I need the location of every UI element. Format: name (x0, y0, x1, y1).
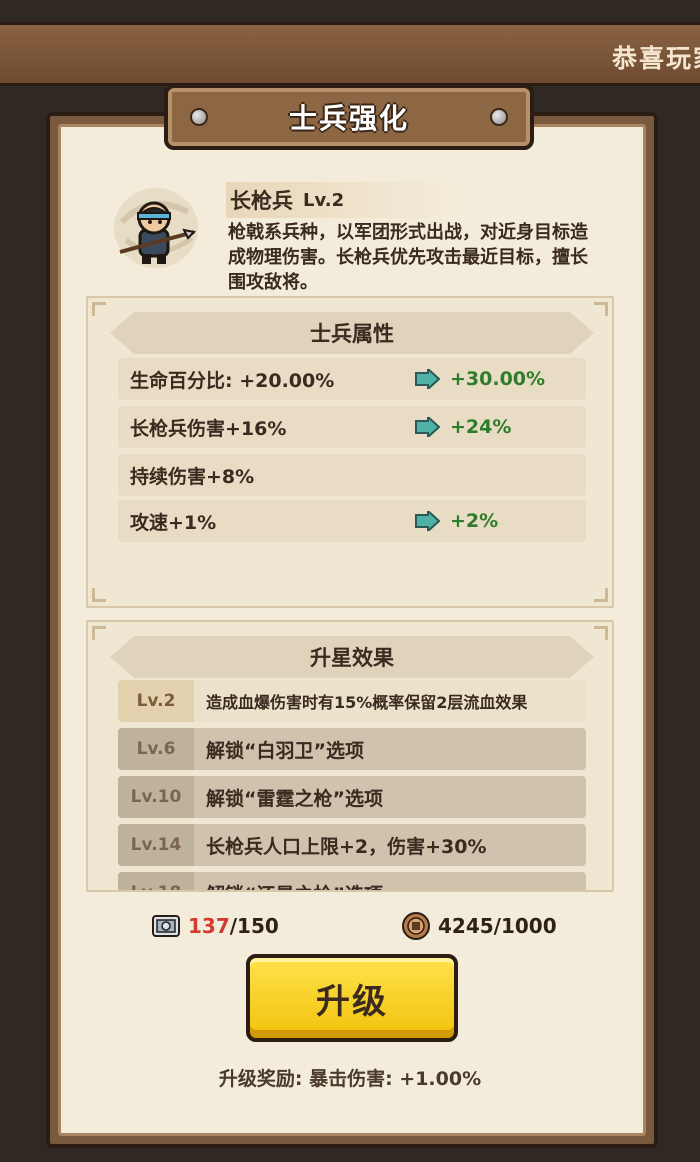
scroll-resource: 137 /150 (150, 910, 279, 942)
ornament-corner (92, 626, 106, 640)
spearman-avatar (114, 188, 198, 268)
scroll-icon (152, 915, 180, 937)
attribute-next: +24% (450, 416, 512, 438)
attribute-current: 攻速+1% (130, 511, 217, 534)
attribute-current: 生命百分比: +20.00% (130, 369, 335, 392)
upgrade-button-label: 升级 (316, 981, 388, 1022)
attributes-section: 士兵属性 生命百分比: +20.00% +30.00% 长枪兵伤害+16% +2… (86, 296, 614, 608)
star-effect-row: Lv.2 造成血爆伤害时有15%概率保留2层流血效果 (118, 680, 586, 722)
upgrade-reward-text: 升级奖励: 暴击伤害: +1.00% (218, 1068, 482, 1090)
star-effect-row: Lv.10 解锁“雷霆之枪”选项 (118, 776, 586, 818)
unit-name: 长枪兵 (230, 189, 293, 213)
ornament-corner (594, 302, 608, 316)
attribute-next: +30.00% (450, 368, 546, 390)
ornament-corner (92, 588, 106, 602)
coin-icon (402, 912, 430, 940)
star-effect-text: 解锁“白羽卫”选项 (206, 739, 364, 762)
arrow-right-icon (415, 511, 440, 531)
ornament-corner (92, 302, 106, 316)
attribute-row: 长枪兵伤害+16% +24% (118, 406, 586, 448)
attribute-row: 生命百分比: +20.00% +30.00% (118, 358, 586, 400)
attributes-heading: 士兵属性 (110, 312, 594, 354)
unit-name-tag: 长枪兵 Lv.2 (226, 182, 454, 218)
scroll-have: 137 (188, 914, 230, 938)
star-effect-text: 长枪兵人口上限+2，伤害+30% (206, 835, 487, 858)
star-level: Lv.2 (118, 680, 194, 722)
star-effect-row: Lv.18 解锁“还是之枪”选项 (118, 872, 586, 891)
title-plate: 士兵强化 (164, 84, 534, 150)
announcement-text: 恭喜玩家 (611, 44, 700, 73)
top-banner: 恭喜玩家 (0, 22, 700, 86)
ornament-corner (594, 626, 608, 640)
attribute-next: +2% (450, 510, 499, 532)
unit-description: 枪戟系兵种，以军团形式出战，对近身目标造成物理伤害。长枪兵优先攻击最近目标，擅长… (228, 222, 588, 293)
attribute-row: 持续伤害+8% (118, 454, 586, 496)
rivet-icon (190, 108, 208, 126)
star-level: Lv.14 (118, 824, 194, 866)
attribute-current: 长枪兵伤害+16% (130, 417, 287, 440)
scroll-need: /150 (229, 914, 279, 938)
attribute-current: 持续伤害+8% (130, 465, 255, 488)
star-effect-text: 解锁“还是之枪”选项 (206, 880, 383, 891)
star-effects-list[interactable]: 升星效果 Lv.2 造成血爆伤害时有15%概率保留2层流血效果 Lv.6 解锁“… (86, 620, 614, 892)
star-effect-row: Lv.6 解锁“白羽卫”选项 (118, 728, 586, 770)
coin-resource: 4245/1000 (400, 910, 557, 942)
star-effect-text: 造成血爆伤害时有15%概率保留2层流血效果 (206, 693, 528, 712)
upgrade-button[interactable]: 升级 (246, 954, 458, 1042)
star-effect-row: Lv.14 长枪兵人口上限+2，伤害+30% (118, 824, 586, 866)
star-effects-heading: 升星效果 (110, 636, 594, 678)
rivet-icon (490, 108, 508, 126)
star-level: Lv.18 (118, 872, 194, 890)
coin-value: 4245/1000 (438, 914, 557, 938)
attribute-row: 攻速+1% +2% (118, 500, 586, 542)
unit-level: Lv.2 (303, 189, 345, 211)
ornament-corner (594, 588, 608, 602)
star-effect-text: 解锁“雷霆之枪”选项 (206, 787, 383, 810)
star-level: Lv.10 (118, 776, 194, 818)
page-title: 士兵强化 (288, 102, 409, 135)
star-level: Lv.6 (118, 728, 194, 770)
arrow-right-icon (415, 369, 440, 389)
arrow-right-icon (415, 417, 440, 437)
